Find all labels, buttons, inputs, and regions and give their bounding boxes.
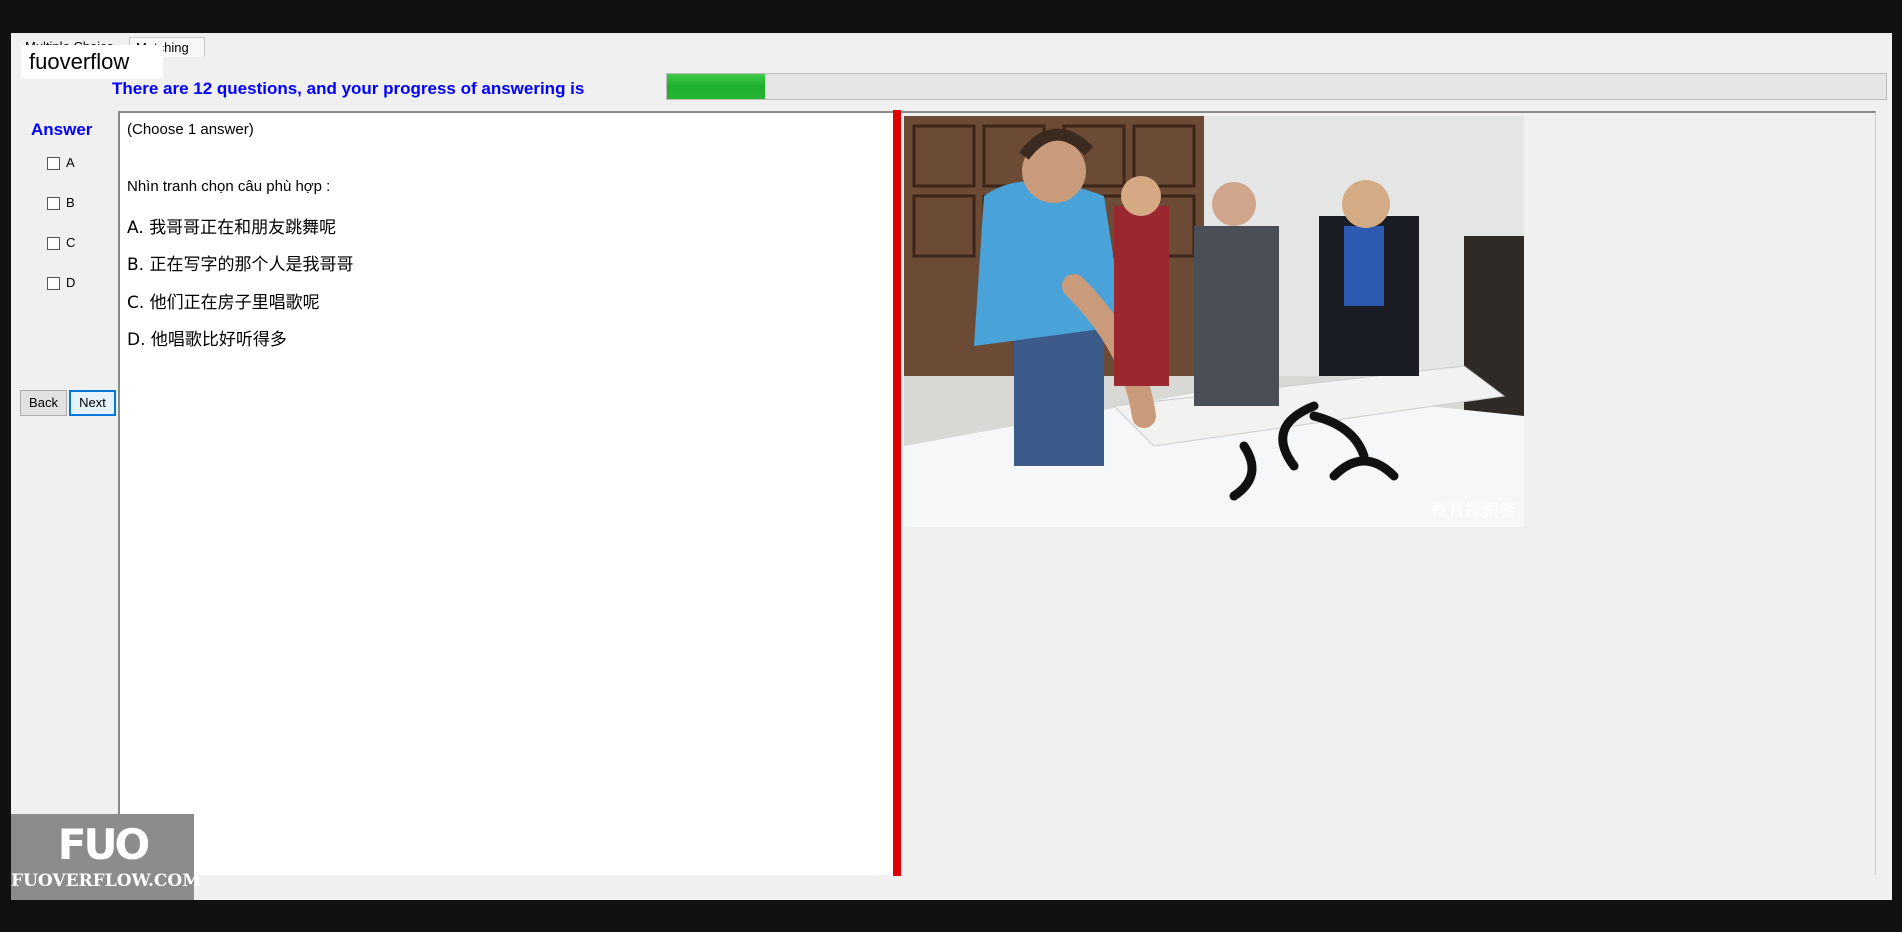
back-button[interactable]: Back xyxy=(20,390,67,416)
site-label: fuoverflow xyxy=(21,45,163,79)
checkbox-a[interactable] xyxy=(47,157,60,171)
panel-divider[interactable] xyxy=(893,110,901,876)
question-option-c: C. 他们正在房子里唱歌呢 xyxy=(127,293,320,313)
answer-option-d[interactable]: D xyxy=(47,274,75,292)
answer-option-c[interactable]: C xyxy=(47,234,75,252)
image-panel: 教育探索者 xyxy=(901,111,1876,875)
question-panel: (Choose 1 answer) Nhìn tranh chọn câu ph… xyxy=(118,111,893,875)
progress-fill xyxy=(667,74,765,99)
logo-mark: FUO xyxy=(57,820,151,869)
checkbox-b[interactable] xyxy=(47,197,60,211)
quiz-window: Multiple Choice Matching There are 12 qu… xyxy=(11,33,1892,900)
site-logo: FUO FUOVERFLOW.COM xyxy=(11,814,202,900)
progress-label: There are 12 questions, and your progres… xyxy=(112,79,585,98)
answer-option-label: A xyxy=(66,155,75,170)
tab-bar: Multiple Choice Matching xyxy=(11,33,1892,57)
checkbox-d[interactable] xyxy=(47,277,60,291)
checkbox-c[interactable] xyxy=(47,237,60,251)
question-prompt: Nhìn tranh chọn câu phù hợp : xyxy=(127,178,331,195)
answer-option-b[interactable]: B xyxy=(47,194,75,212)
answer-option-label: D xyxy=(66,275,76,290)
logo-domain: FUOVERFLOW.COM xyxy=(11,871,202,891)
question-option-d: D. 他唱歌比好听得多 xyxy=(127,330,287,350)
answer-heading: Answer xyxy=(31,120,93,139)
question-option-b: B. 正在写字的那个人是我哥哥 xyxy=(127,255,354,275)
answer-option-a[interactable]: A xyxy=(47,154,75,172)
progress-bar xyxy=(666,73,1887,100)
question-photo: 教育探索者 xyxy=(904,116,1524,527)
question-option-a: A. 我哥哥正在和朋友跳舞呢 xyxy=(127,218,337,238)
photo-watermark: 教育探索者 xyxy=(1431,501,1516,521)
answer-option-label: C xyxy=(66,235,76,250)
next-button[interactable]: Next xyxy=(69,390,116,416)
answer-option-label: B xyxy=(66,195,75,210)
question-instruction: (Choose 1 answer) xyxy=(127,121,254,138)
